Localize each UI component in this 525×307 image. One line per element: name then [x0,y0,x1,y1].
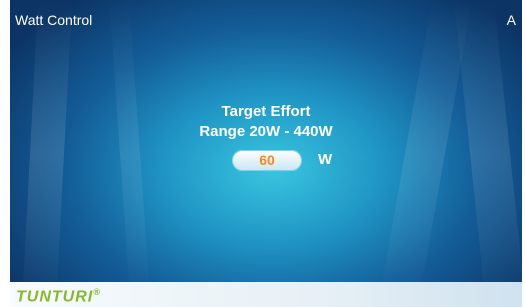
background-light-beam [21,0,73,307]
watt-control-screen: Watt Control A Target Effort Range 20W -… [0,0,525,307]
registered-mark: ® [93,287,101,297]
page-title: Watt Control [15,12,93,28]
range-label: Range 20W - 440W [199,123,333,140]
target-effort-panel: Target Effort Range 20W - 440W [10,103,522,140]
watt-input[interactable]: 60 [232,150,302,171]
top-bar: Watt Control A [10,0,522,28]
target-effort-heading: Target Effort [221,103,311,120]
left-frame [0,0,10,307]
background-light-beam [109,0,151,307]
watt-input-row: 60 W [232,150,372,172]
watt-unit-label: W [318,151,333,168]
background-light-beam [453,0,525,307]
tunturi-logo: TUNTURI® [16,287,101,306]
footer-bar: TUNTURI® [10,282,522,307]
top-right-label: A [506,12,516,28]
logo-text: TUNTURI [16,288,94,306]
